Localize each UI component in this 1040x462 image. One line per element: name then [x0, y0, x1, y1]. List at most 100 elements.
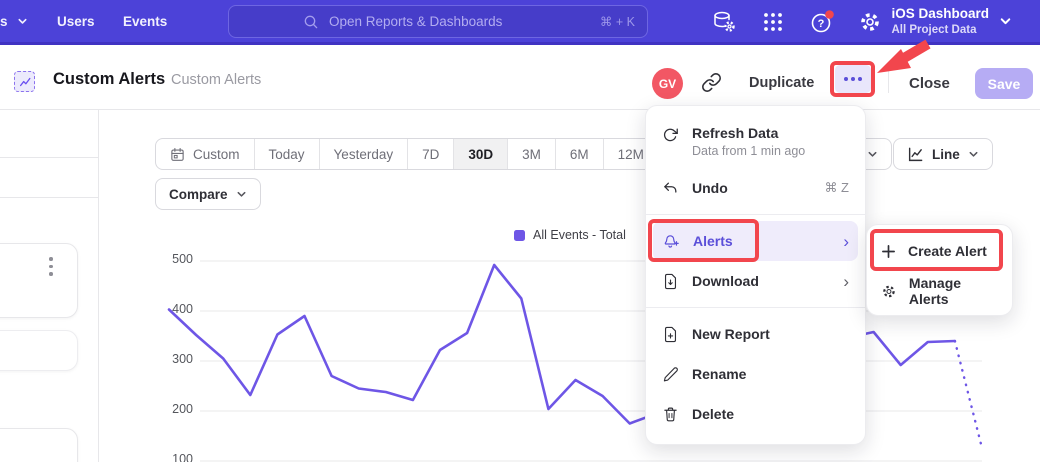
range-tab-custom[interactable]: Custom — [156, 139, 255, 169]
chevron-down-icon — [867, 149, 878, 160]
more-options-icon — [844, 77, 848, 81]
menu-item-label: Delete — [692, 406, 734, 422]
range-tab-label: 30D — [468, 147, 493, 162]
more-options-menu: Refresh Data Data from 1 min ago Undo ⌘ … — [645, 105, 866, 445]
help-icon[interactable]: ? — [810, 10, 834, 34]
menu-item-label: Undo — [692, 180, 728, 196]
more-options-button[interactable] — [835, 65, 871, 93]
menu-item-new-report[interactable]: New Report — [646, 314, 865, 354]
y-axis-tick: 300 — [148, 352, 193, 366]
submenu-item-label: Create Alert — [908, 243, 987, 259]
range-tab-yesterday[interactable]: Yesterday — [320, 139, 409, 169]
copy-link-icon[interactable] — [701, 72, 722, 93]
page-title: Custom Alerts — [53, 70, 165, 89]
nav-item-events[interactable]: Events — [123, 14, 167, 29]
close-button[interactable]: Close — [909, 75, 950, 92]
y-axis-tick: 400 — [148, 302, 193, 316]
menu-item-label: New Report — [692, 326, 770, 342]
range-tab-today[interactable]: Today — [255, 139, 320, 169]
settings-gear-icon[interactable] — [858, 10, 882, 34]
compare-button[interactable]: Compare — [155, 178, 261, 210]
alert-bell-plus-icon — [662, 232, 680, 250]
top-navigation-bar: s Users Events ⌘ + K ? — [0, 0, 1040, 45]
submenu-item-create-alert[interactable]: Create Alert — [867, 231, 1012, 271]
menu-item-alerts[interactable]: Alerts › — [653, 221, 858, 261]
trash-icon — [662, 406, 679, 423]
project-scope: All Project Data — [891, 23, 989, 37]
project-selector[interactable]: iOS Dashboard All Project Data — [891, 5, 1012, 37]
search-icon — [303, 14, 319, 30]
menu-item-label: Rename — [692, 366, 746, 382]
range-tab-3m[interactable]: 3M — [508, 139, 556, 169]
pencil-icon — [662, 366, 679, 383]
menu-divider — [646, 307, 865, 308]
range-tab-label: Yesterday — [334, 147, 394, 162]
range-tab-label: Today — [269, 147, 305, 162]
menu-divider — [646, 214, 865, 215]
global-search-bar[interactable]: ⌘ + K — [228, 5, 648, 38]
header-divider — [888, 63, 889, 93]
search-shortcut-hint: ⌘ + K — [600, 14, 635, 29]
compare-label: Compare — [169, 187, 228, 202]
submenu-item-label: Manage Alerts — [909, 275, 998, 307]
duplicate-button[interactable]: Duplicate — [749, 75, 814, 91]
calendar-icon — [170, 147, 185, 162]
data-management-icon[interactable] — [712, 10, 736, 34]
menu-item-delete[interactable]: Delete — [646, 394, 865, 434]
menu-item-undo[interactable]: Undo ⌘ Z — [646, 168, 865, 208]
project-name: iOS Dashboard — [891, 5, 989, 23]
svg-text:?: ? — [818, 18, 825, 30]
save-button[interactable]: Save — [975, 68, 1033, 99]
menu-item-label: Alerts — [693, 233, 733, 249]
nav-item-users[interactable]: Users — [57, 14, 95, 29]
legend-label: All Events - Total — [533, 228, 626, 242]
chevron-right-icon: › — [843, 273, 849, 290]
menu-item-rename[interactable]: Rename — [646, 354, 865, 394]
range-tab-30d[interactable]: 30D — [454, 139, 508, 169]
range-tab-label: Custom — [193, 147, 240, 162]
chart-legend[interactable]: All Events - Total — [514, 228, 626, 242]
search-input[interactable] — [319, 14, 600, 29]
menu-item-refresh-data[interactable]: Refresh Data Data from 1 min ago — [646, 116, 865, 168]
y-axis-tick: 100 — [148, 452, 193, 462]
chart-type-label: Line — [932, 147, 960, 162]
notification-badge — [825, 10, 834, 19]
y-axis-tick: 200 — [148, 402, 193, 416]
menu-item-label: Refresh Data — [692, 125, 805, 141]
submenu-item-manage-alerts[interactable]: Manage Alerts — [867, 271, 1012, 311]
report-header: ‹ Custom Alerts Custom Alerts GV Duplica… — [0, 45, 1040, 110]
chevron-down-icon — [17, 16, 28, 27]
plus-icon — [881, 244, 896, 259]
menu-item-label: Download — [692, 273, 759, 289]
refresh-icon — [662, 127, 679, 144]
range-tab-label: 3M — [522, 147, 541, 162]
nav-item-boards-truncated[interactable]: s — [0, 14, 28, 29]
date-range-group: Custom Today Yesterday 7D 30D 3M 6M 12M — [155, 138, 659, 170]
range-tab-6m[interactable]: 6M — [556, 139, 604, 169]
app-screen: s Users Events ⌘ + K ? — [0, 0, 1040, 462]
avatar[interactable]: GV — [652, 68, 683, 99]
chart-type-button[interactable]: Line — [893, 138, 993, 170]
breadcrumb: Custom Alerts — [171, 72, 261, 88]
chevron-down-icon — [999, 15, 1012, 28]
download-icon — [662, 273, 679, 290]
chevron-down-icon — [968, 149, 979, 160]
line-chart-icon — [907, 146, 924, 163]
range-tab-label: 6M — [570, 147, 589, 162]
range-tab-label: 7D — [422, 147, 439, 162]
chevron-right-icon: › — [843, 233, 849, 250]
apps-grid-icon[interactable] — [761, 10, 785, 34]
alerts-submenu: Create Alert Manage Alerts — [866, 224, 1013, 316]
range-tab-7d[interactable]: 7D — [408, 139, 454, 169]
nav-truncated-label: s — [0, 14, 8, 29]
range-tab-label: 12M — [618, 147, 644, 162]
undo-icon — [662, 180, 679, 197]
menu-item-download[interactable]: Download › — [646, 261, 865, 301]
report-type-icon — [14, 71, 35, 92]
chevron-down-icon — [236, 189, 247, 200]
gear-icon — [881, 283, 897, 300]
undo-shortcut: ⌘ Z — [824, 180, 849, 196]
new-report-icon — [662, 326, 679, 343]
y-axis-tick: 500 — [148, 252, 193, 266]
legend-swatch — [514, 230, 525, 241]
